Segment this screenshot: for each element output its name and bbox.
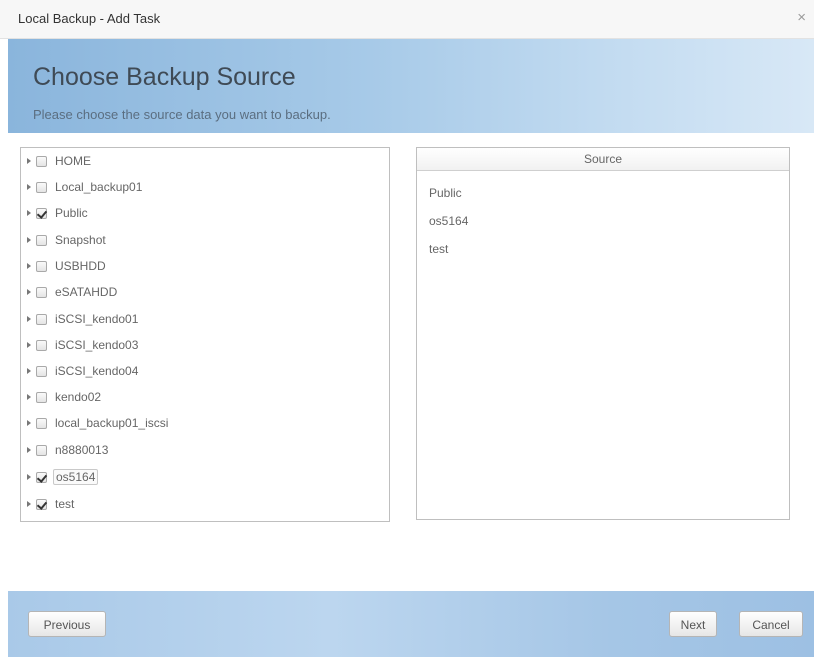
tree-item-label: iSCSI_kendo01	[55, 312, 139, 326]
expand-arrow-icon[interactable]	[27, 316, 31, 322]
tree-item-label: eSATAHDD	[55, 285, 118, 299]
step-title: Choose Backup Source	[33, 63, 296, 91]
tree-item-label: test	[55, 497, 75, 511]
expand-arrow-icon[interactable]	[27, 263, 31, 269]
add-task-dialog: Local Backup - Add Task × Choose Backup …	[0, 0, 814, 657]
checkbox-checked[interactable]	[36, 471, 47, 483]
tree-item-label: iSCSI_kendo04	[55, 364, 139, 378]
cancel-button[interactable]: Cancel	[739, 611, 803, 637]
folder-tree: HOME Local_backup01 Public Snapshot USBH…	[20, 147, 390, 522]
step-subtitle: Please choose the source data you want t…	[33, 107, 331, 122]
source-list-item: os5164	[429, 214, 469, 228]
checkbox[interactable]	[36, 365, 47, 377]
expand-arrow-icon[interactable]	[27, 420, 31, 426]
tree-item-local-backup01-iscsi[interactable]: local_backup01_iscsi	[21, 412, 170, 434]
close-icon[interactable]: ×	[797, 9, 806, 26]
tree-item-kendo02[interactable]: kendo02	[21, 386, 103, 408]
previous-button[interactable]: Previous	[28, 611, 106, 637]
expand-arrow-icon[interactable]	[27, 210, 31, 216]
tree-item-label: kendo02	[55, 390, 102, 404]
tree-item-snapshot[interactable]: Snapshot	[21, 229, 108, 251]
tree-item-label: USBHDD	[55, 259, 106, 273]
tree-item-label: iSCSI_kendo03	[55, 338, 139, 352]
checkbox[interactable]	[36, 260, 47, 272]
source-list-panel: Source Public os5164 test	[416, 147, 790, 520]
expand-arrow-icon[interactable]	[27, 237, 31, 243]
tree-item-iscsi-kendo04[interactable]: iSCSI_kendo04	[21, 360, 140, 382]
checkbox[interactable]	[36, 339, 47, 351]
checkbox[interactable]	[36, 234, 47, 246]
checkbox-checked[interactable]	[36, 498, 47, 510]
checkbox[interactable]	[36, 181, 47, 193]
checkbox[interactable]	[36, 155, 47, 167]
tree-item-label: Snapshot	[55, 233, 106, 247]
tree-item-n8880013[interactable]: n8880013	[21, 439, 110, 461]
tree-item-esatahdd[interactable]: eSATAHDD	[21, 281, 119, 303]
tree-item-public[interactable]: Public	[21, 202, 90, 224]
expand-arrow-icon[interactable]	[27, 342, 31, 348]
tree-item-iscsi-kendo03[interactable]: iSCSI_kendo03	[21, 334, 140, 356]
expand-arrow-icon[interactable]	[27, 158, 31, 164]
expand-arrow-icon[interactable]	[27, 447, 31, 453]
tree-item-label-selected: os5164	[53, 469, 99, 485]
checkbox[interactable]	[36, 417, 47, 429]
tree-item-usbhdd[interactable]: USBHDD	[21, 255, 108, 277]
expand-arrow-icon[interactable]	[27, 474, 31, 480]
checkbox-checked[interactable]	[36, 207, 47, 219]
tree-item-os5164[interactable]: os5164	[21, 466, 99, 488]
dialog-title: Local Backup - Add Task	[18, 11, 161, 26]
tree-item-local-backup01[interactable]: Local_backup01	[21, 176, 144, 198]
expand-arrow-icon[interactable]	[27, 289, 31, 295]
checkbox[interactable]	[36, 391, 47, 403]
dialog-footer: Previous Next Cancel	[8, 591, 814, 657]
source-list-item: test	[429, 242, 449, 256]
source-list-item: Public	[429, 186, 462, 200]
tree-item-label: HOME	[55, 154, 91, 168]
source-column-header: Source	[417, 148, 789, 171]
step-header: Choose Backup Source Please choose the s…	[8, 39, 814, 133]
tree-item-label: n8880013	[55, 443, 109, 457]
dialog-titlebar: Local Backup - Add Task ×	[0, 0, 814, 39]
expand-arrow-icon[interactable]	[27, 394, 31, 400]
tree-item-home[interactable]: HOME	[21, 150, 93, 172]
next-button[interactable]: Next	[669, 611, 717, 637]
tree-item-label: Local_backup01	[55, 180, 143, 194]
checkbox[interactable]	[36, 286, 47, 298]
expand-arrow-icon[interactable]	[27, 368, 31, 374]
checkbox[interactable]	[36, 444, 47, 456]
tree-item-test[interactable]: test	[21, 493, 76, 515]
checkbox[interactable]	[36, 313, 47, 325]
tree-item-label: Public	[55, 206, 88, 220]
expand-arrow-icon[interactable]	[27, 184, 31, 190]
tree-item-label: local_backup01_iscsi	[55, 416, 169, 430]
tree-item-iscsi-kendo01[interactable]: iSCSI_kendo01	[21, 308, 140, 330]
expand-arrow-icon[interactable]	[27, 501, 31, 507]
